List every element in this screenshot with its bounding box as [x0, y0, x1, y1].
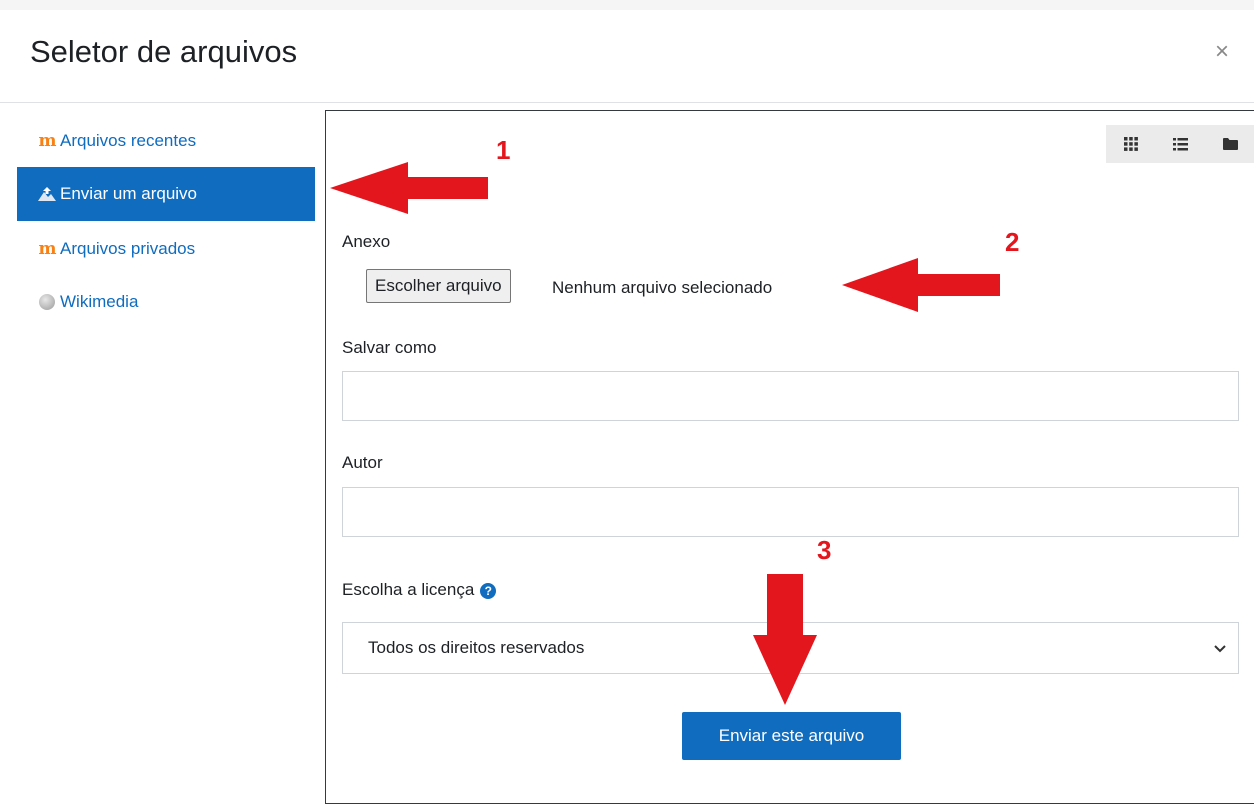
sidebar-item-wikimedia[interactable]: Wikimedia: [17, 275, 315, 329]
upload-icon: [37, 185, 57, 203]
sidebar-item-label: Arquivos privados: [60, 239, 196, 258]
license-label-row: Escolha a licença?: [342, 580, 497, 600]
dialog-title: Seletor de arquivos: [30, 34, 298, 69]
sidebar-item-label: Wikimedia: [60, 292, 139, 311]
sidebar-item-upload-file[interactable]: Enviar um arquivo: [17, 167, 315, 221]
view-toolbar: [1106, 125, 1254, 163]
license-selected-value: Todos os direitos reservados: [368, 638, 585, 657]
close-icon[interactable]: ×: [1215, 40, 1229, 64]
upload-submit-button[interactable]: Enviar este arquivo: [682, 712, 901, 760]
sidebar-item-recent-files[interactable]: m Arquivos recentes: [17, 114, 315, 168]
top-strip: [0, 0, 1254, 10]
chevron-down-icon: [1214, 645, 1226, 653]
grid-view-icon[interactable]: [1116, 129, 1146, 159]
file-status-text: Nenhum arquivo selecionado: [552, 278, 773, 297]
moodle-icon: m: [38, 131, 57, 151]
sidebar-item-private-files[interactable]: m Arquivos privados: [17, 222, 315, 276]
annotation-number-2: 2: [1005, 227, 1020, 257]
help-icon[interactable]: ?: [480, 582, 497, 599]
sidebar-item-label: Enviar um arquivo: [60, 184, 198, 203]
repository-sidebar: m Arquivos recentes Enviar um arquivo m …: [0, 112, 320, 807]
list-view-icon[interactable]: [1165, 129, 1195, 159]
dialog-header: Seletor de arquivos ×: [0, 10, 1254, 103]
folder-view-icon[interactable]: [1215, 129, 1245, 159]
upload-panel: Anexo Escolher arquivo Nenhum arquivo se…: [325, 110, 1254, 804]
license-select[interactable]: Todos os direitos reservados: [342, 622, 1239, 674]
author-label: Autor: [342, 453, 383, 472]
save-as-input[interactable]: [342, 371, 1239, 421]
choose-file-button[interactable]: Escolher arquivo: [366, 269, 511, 303]
attachment-label: Anexo: [342, 232, 391, 251]
annotation-number-3: 3: [817, 535, 832, 565]
wikimedia-icon: [37, 293, 57, 311]
license-label: Escolha a licença: [342, 580, 475, 599]
annotation-number-1: 1: [496, 135, 511, 165]
author-input[interactable]: [342, 487, 1239, 537]
sidebar-item-label: Arquivos recentes: [60, 131, 197, 150]
moodle-icon: m: [38, 239, 57, 259]
save-as-label: Salvar como: [342, 338, 437, 357]
